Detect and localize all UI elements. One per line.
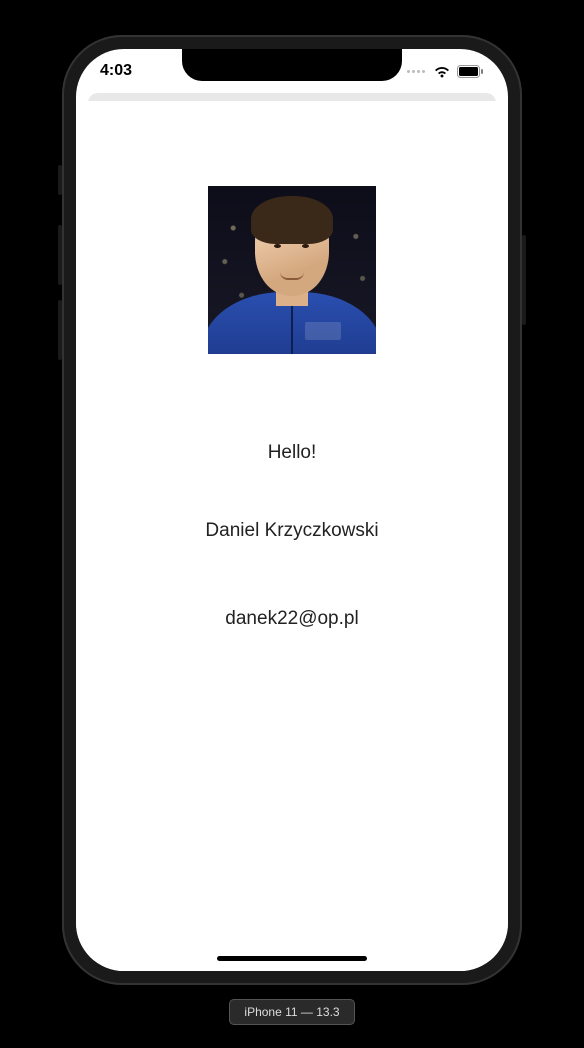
recording-dots-icon [407, 70, 425, 73]
profile-modal-sheet: Hello! Daniel Krzyczkowski danek22@op.pl [76, 101, 508, 971]
power-button[interactable] [522, 235, 526, 325]
mute-switch[interactable] [58, 165, 62, 195]
simulator-label: iPhone 11 — 13.3 [229, 999, 354, 1025]
status-time: 4:03 [100, 62, 132, 80]
avatar [208, 186, 376, 354]
volume-up-button[interactable] [58, 225, 62, 285]
home-indicator[interactable] [217, 956, 367, 961]
device-frame: 4:03 [62, 35, 522, 985]
greeting-label: Hello! [268, 442, 317, 464]
volume-down-button[interactable] [58, 300, 62, 360]
wifi-icon [433, 65, 451, 78]
battery-icon [457, 65, 484, 78]
profile-name: Daniel Krzyczkowski [205, 520, 378, 542]
screen: 4:03 [76, 49, 508, 971]
profile-email: danek22@op.pl [225, 608, 358, 630]
status-right [407, 65, 484, 78]
device-notch [182, 49, 402, 81]
